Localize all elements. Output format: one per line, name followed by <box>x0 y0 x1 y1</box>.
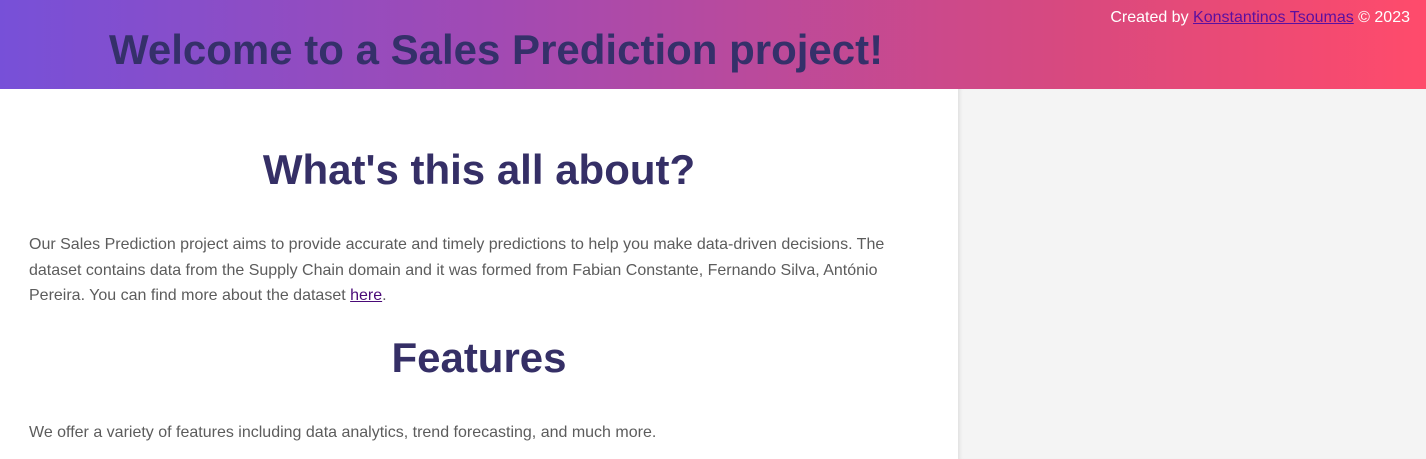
credit-prefix: Created by <box>1110 9 1194 26</box>
dataset-link[interactable]: here <box>350 287 382 304</box>
about-text-end: . <box>382 287 387 304</box>
author-link[interactable]: Konstantinos Tsoumas <box>1193 9 1354 26</box>
sidebar-panel <box>958 89 1426 459</box>
author-credit: Created by Konstantinos Tsoumas © 2023 <box>1110 9 1410 27</box>
credit-suffix: © 2023 <box>1353 9 1410 26</box>
header-banner: Welcome to a Sales Prediction project! C… <box>0 0 1426 89</box>
about-heading: What's this all about? <box>262 146 696 193</box>
features-paragraph: We offer a variety of features including… <box>29 424 657 441</box>
features-heading: Features <box>391 334 567 381</box>
about-paragraph: Our Sales Prediction project aims to pro… <box>29 232 909 309</box>
main-content: What's this all about? Our Sales Predict… <box>0 89 958 459</box>
about-text: Our Sales Prediction project aims to pro… <box>29 236 885 304</box>
page-title: Welcome to a Sales Prediction project! <box>109 26 884 73</box>
